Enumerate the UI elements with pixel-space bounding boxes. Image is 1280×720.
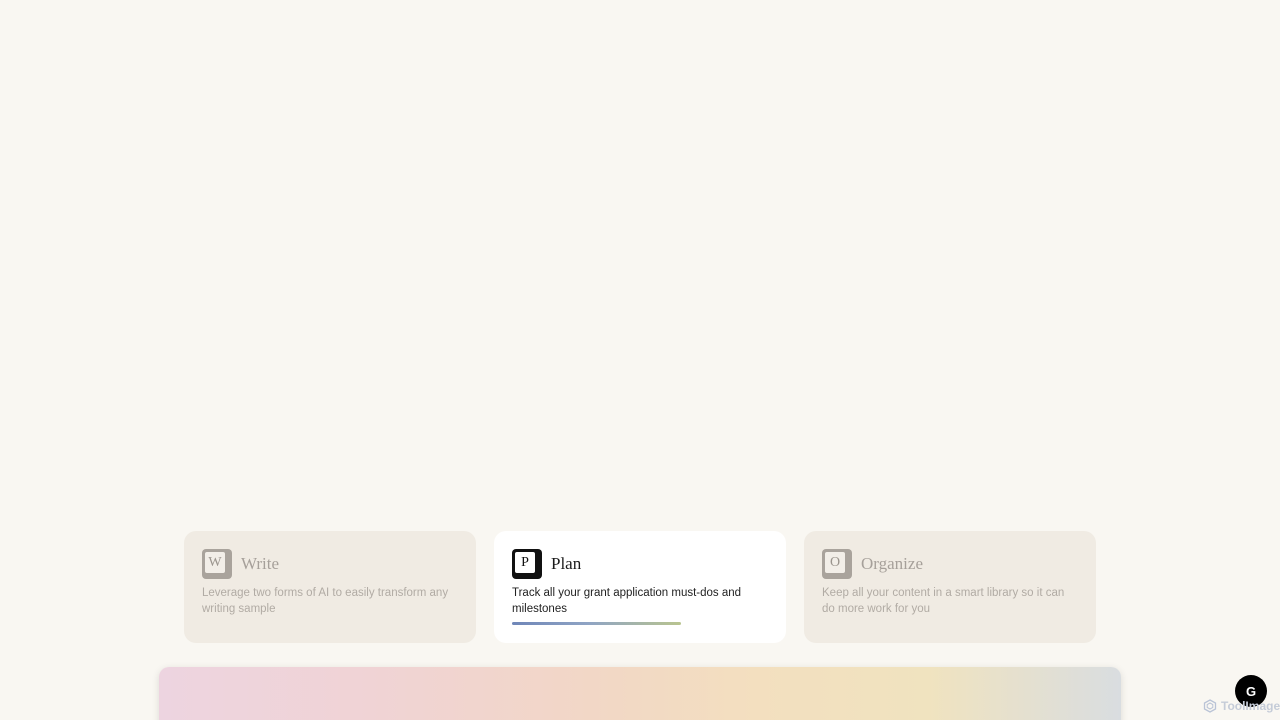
card-header: W Write bbox=[202, 549, 458, 579]
keycap-letter: W bbox=[205, 552, 225, 573]
card-title: Organize bbox=[861, 554, 923, 573]
feature-cards: W Write Leverage two forms of AI to easi… bbox=[184, 531, 1096, 643]
watermark: ToolImage bbox=[1203, 699, 1280, 713]
card-progress-bar bbox=[512, 622, 681, 625]
keycap-letter: P bbox=[515, 552, 535, 573]
card-title: Write bbox=[241, 554, 280, 573]
feature-card-organize[interactable]: O Organize Keep all your content in a sm… bbox=[804, 531, 1096, 643]
card-description: Leverage two forms of AI to easily trans… bbox=[202, 587, 449, 615]
feature-card-plan[interactable]: P Plan Track all your grant application … bbox=[494, 531, 786, 643]
feature-card-write[interactable]: W Write Leverage two forms of AI to easi… bbox=[184, 531, 476, 643]
card-header: O Organize bbox=[822, 549, 1078, 579]
hexagon-logo-icon bbox=[1203, 699, 1217, 713]
keycap-w-icon: W bbox=[202, 549, 232, 579]
keycap-o-icon: O bbox=[822, 549, 852, 579]
card-description: Keep all your content in a smart library… bbox=[822, 587, 1065, 615]
keycap-letter: O bbox=[825, 552, 845, 573]
keycap-p-icon: P bbox=[512, 549, 542, 579]
card-description: Track all your grant application must-do… bbox=[512, 587, 742, 615]
g-logo-icon: G bbox=[1245, 683, 1257, 699]
card-title: Plan bbox=[551, 554, 582, 573]
page: W Write Leverage two forms of AI to easi… bbox=[0, 0, 1280, 720]
gradient-banner bbox=[159, 667, 1121, 720]
watermark-text: ToolImage bbox=[1221, 699, 1280, 713]
card-header: P Plan bbox=[512, 549, 768, 579]
